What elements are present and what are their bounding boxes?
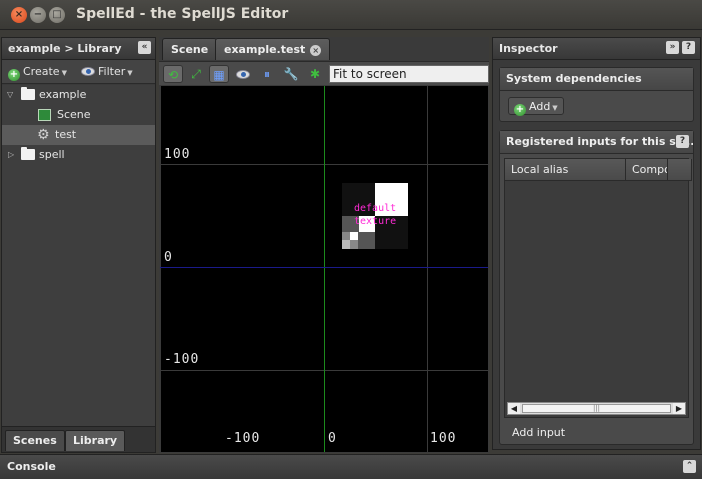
library-toolbar: + Create ▼ Filter ▼ bbox=[2, 60, 155, 84]
scene-icon bbox=[38, 109, 51, 121]
tree-item-test[interactable]: ⚙ test bbox=[2, 125, 155, 145]
collapse-right-icon[interactable]: » bbox=[666, 41, 679, 54]
library-panel-header: example > Library « bbox=[2, 38, 155, 60]
tab-scene[interactable]: Scene bbox=[162, 38, 218, 60]
y-label-bottom: -100 bbox=[164, 352, 200, 367]
x-label-left: -100 bbox=[225, 431, 261, 446]
x-label-right: 100 bbox=[430, 431, 457, 446]
gear-icon: ⚙ bbox=[37, 127, 50, 143]
scroll-thumb[interactable]: ||| bbox=[522, 404, 671, 413]
system-dependencies-title: System dependencies bbox=[500, 68, 693, 91]
console-title: Console bbox=[7, 460, 56, 473]
filter-button[interactable]: Filter ▼ bbox=[81, 65, 133, 78]
console-panel: Console ⌃ bbox=[0, 454, 702, 479]
library-tree: ▽ example Scene ⚙ test ▷ spell bbox=[2, 85, 155, 426]
registered-inputs-title: Registered inputs for this sy... bbox=[506, 135, 693, 148]
inspector-panel: Inspector » ? System dependencies + Add ▼ … bbox=[492, 37, 701, 450]
tree-item-scene[interactable]: Scene bbox=[2, 105, 155, 125]
caret-down-icon: ▼ bbox=[552, 104, 558, 112]
x-axis bbox=[160, 267, 488, 268]
tree-item-label: spell bbox=[39, 148, 65, 161]
expand-triangle-icon[interactable]: ▽ bbox=[7, 85, 13, 105]
grid-line bbox=[427, 86, 428, 452]
eye-icon[interactable] bbox=[233, 65, 253, 83]
left-bottom-tabs: Scenes Library bbox=[2, 426, 155, 452]
tree-item-spell[interactable]: ▷ spell bbox=[2, 145, 155, 165]
minimize-window-button[interactable]: − bbox=[30, 7, 46, 23]
registered-inputs-box: Registered inputs for this sy... ? Local… bbox=[499, 130, 694, 445]
refresh-icon[interactable]: ⟲ bbox=[163, 65, 183, 83]
tab-example-test[interactable]: example.test × bbox=[215, 38, 331, 60]
collapse-left-icon[interactable]: « bbox=[138, 41, 151, 54]
plus-icon: + bbox=[514, 104, 526, 116]
column-empty bbox=[668, 159, 692, 181]
tree-item-label: example bbox=[39, 88, 87, 101]
grid-icon[interactable]: ▦ bbox=[209, 65, 229, 83]
bug-icon[interactable]: ✱ bbox=[305, 65, 325, 83]
y-axis bbox=[324, 86, 325, 452]
y-label-mid: 0 bbox=[164, 250, 173, 265]
caret-down-icon: ▼ bbox=[127, 69, 133, 77]
editor-area: Scene example.test × ⟲ ⤢ ▦ ⏸ 🔧 ✱ Fit to s… bbox=[159, 37, 489, 453]
close-window-button[interactable]: × bbox=[11, 7, 27, 23]
default-texture-sprite[interactable]: default texture bbox=[342, 183, 408, 249]
add-dependency-button[interactable]: + Add ▼ bbox=[508, 97, 564, 116]
collapsed-triangle-icon[interactable]: ▷ bbox=[8, 145, 14, 165]
maximize-window-button[interactable]: □ bbox=[49, 7, 65, 23]
help-icon[interactable]: ? bbox=[682, 41, 695, 54]
create-button[interactable]: + Create ▼ bbox=[8, 65, 67, 81]
tab-scenes[interactable]: Scenes bbox=[5, 430, 65, 451]
add-input-button[interactable]: Add input bbox=[512, 426, 565, 439]
inspector-header: Inspector » ? bbox=[493, 38, 700, 60]
scene-toolbar: ⟲ ⤢ ▦ ⏸ 🔧 ✱ Fit to screen bbox=[159, 61, 489, 85]
caret-down-icon: ▼ bbox=[61, 69, 67, 77]
column-local-alias[interactable]: Local alias bbox=[505, 159, 626, 181]
texture-text-line1: default bbox=[354, 203, 397, 214]
eye-icon bbox=[81, 67, 95, 76]
tab-example-test-label: example.test bbox=[224, 43, 306, 56]
expand-console-icon[interactable]: ⌃ bbox=[683, 460, 696, 473]
y-label-top: 100 bbox=[164, 147, 191, 162]
texture-text-line2: texture bbox=[354, 216, 397, 227]
scroll-left-icon[interactable]: ◀ bbox=[508, 403, 520, 414]
plus-icon: + bbox=[8, 69, 20, 81]
wrench-icon[interactable]: 🔧 bbox=[281, 65, 301, 83]
library-panel: example > Library « + Create ▼ Filter ▼ ▽ e… bbox=[1, 37, 156, 453]
close-tab-icon[interactable]: × bbox=[310, 45, 322, 56]
registered-inputs-header: Registered inputs for this sy... ? bbox=[500, 131, 693, 154]
tab-library[interactable]: Library bbox=[65, 430, 126, 451]
pause-icon[interactable]: ⏸ bbox=[257, 65, 277, 83]
tree-item-example[interactable]: ▽ example bbox=[2, 85, 155, 105]
help-icon[interactable]: ? bbox=[676, 135, 689, 148]
fullscreen-icon[interactable]: ⤢ bbox=[186, 65, 206, 83]
zoom-select[interactable]: Fit to screen bbox=[329, 65, 489, 83]
filter-label: Filter bbox=[98, 65, 126, 78]
tree-item-label: Scene bbox=[57, 108, 91, 121]
system-dependencies-box: System dependencies + Add ▼ bbox=[499, 67, 694, 122]
scene-canvas[interactable]: 100 0 -100 -100 0 100 default texture bbox=[160, 86, 488, 452]
window-titlebar: × − □ SpellEd - the SpellJS Editor bbox=[0, 0, 702, 30]
horizontal-scrollbar[interactable]: ◀ ||| ▶ bbox=[507, 402, 686, 415]
folder-icon bbox=[21, 87, 35, 100]
inputs-table: Local alias Compo ◀ ||| ▶ bbox=[504, 158, 692, 418]
column-component[interactable]: Compo bbox=[626, 159, 668, 181]
create-label: Create bbox=[23, 65, 60, 78]
x-label-mid: 0 bbox=[328, 431, 337, 446]
folder-icon bbox=[21, 147, 35, 160]
window-title: SpellEd - the SpellJS Editor bbox=[76, 6, 289, 22]
library-breadcrumb: example > Library bbox=[8, 42, 122, 55]
inspector-title: Inspector bbox=[499, 42, 558, 55]
tree-item-label: test bbox=[55, 128, 77, 141]
add-label: Add bbox=[529, 100, 551, 113]
grid-line bbox=[160, 86, 161, 452]
scroll-right-icon[interactable]: ▶ bbox=[673, 403, 685, 414]
